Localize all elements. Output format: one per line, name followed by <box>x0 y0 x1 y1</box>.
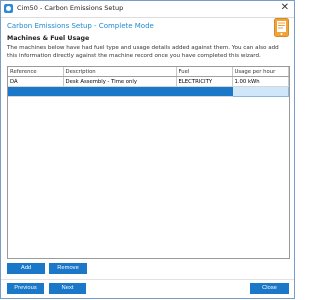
column-header-reference[interactable]: Reference <box>8 67 64 77</box>
table-header-row: Reference Description Fuel Usage per hou… <box>8 67 289 77</box>
add-button[interactable]: Add <box>7 263 45 274</box>
section-title: Machines & Fuel Usage <box>7 35 90 42</box>
table-row[interactable]: DA Desk Assembly - Time only ELECTRICITY… <box>8 76 289 87</box>
machines-grid[interactable]: Reference Description Fuel Usage per hou… <box>7 66 290 259</box>
column-header-fuel[interactable]: Fuel <box>176 67 233 77</box>
close-button[interactable]: Close <box>250 283 289 294</box>
cell-description[interactable]: Desk Assembly - Time only <box>63 76 177 87</box>
column-header-description[interactable]: Description <box>63 67 177 77</box>
next-button[interactable]: Next <box>49 283 86 294</box>
app-icon <box>4 4 13 13</box>
footer-divider <box>1 279 294 280</box>
setup-window: Cim50 - Carbon Emissions Setup ✕ Carbon … <box>0 0 295 299</box>
cell-reference-new[interactable] <box>8 86 64 97</box>
cell-fuel[interactable]: ELECTRICITY <box>176 76 233 87</box>
cell-description-new[interactable] <box>63 86 177 97</box>
column-header-usage[interactable]: Usage per hour <box>232 67 289 77</box>
cell-usage[interactable]: 1.00 kWh <box>232 76 289 87</box>
wizard-title: Carbon Emissions Setup - Complete Mode <box>7 22 154 30</box>
machines-table: Reference Description Fuel Usage per hou… <box>8 67 289 97</box>
mobile-device-icon <box>274 18 289 37</box>
window-title: Cim50 - Carbon Emissions Setup <box>17 4 124 12</box>
cell-usage-new-editor[interactable] <box>231 86 289 97</box>
close-window-icon[interactable]: ✕ <box>281 2 289 14</box>
table-row-new[interactable] <box>8 86 289 97</box>
title-bar: Cim50 - Carbon Emissions Setup ✕ <box>1 1 294 18</box>
previous-button[interactable]: Previous <box>7 283 44 294</box>
section-description: The machines below have had fuel type an… <box>7 45 279 59</box>
remove-button[interactable]: Remove <box>49 263 87 274</box>
cell-fuel-new[interactable] <box>176 86 233 97</box>
cell-reference[interactable]: DA <box>8 76 64 87</box>
